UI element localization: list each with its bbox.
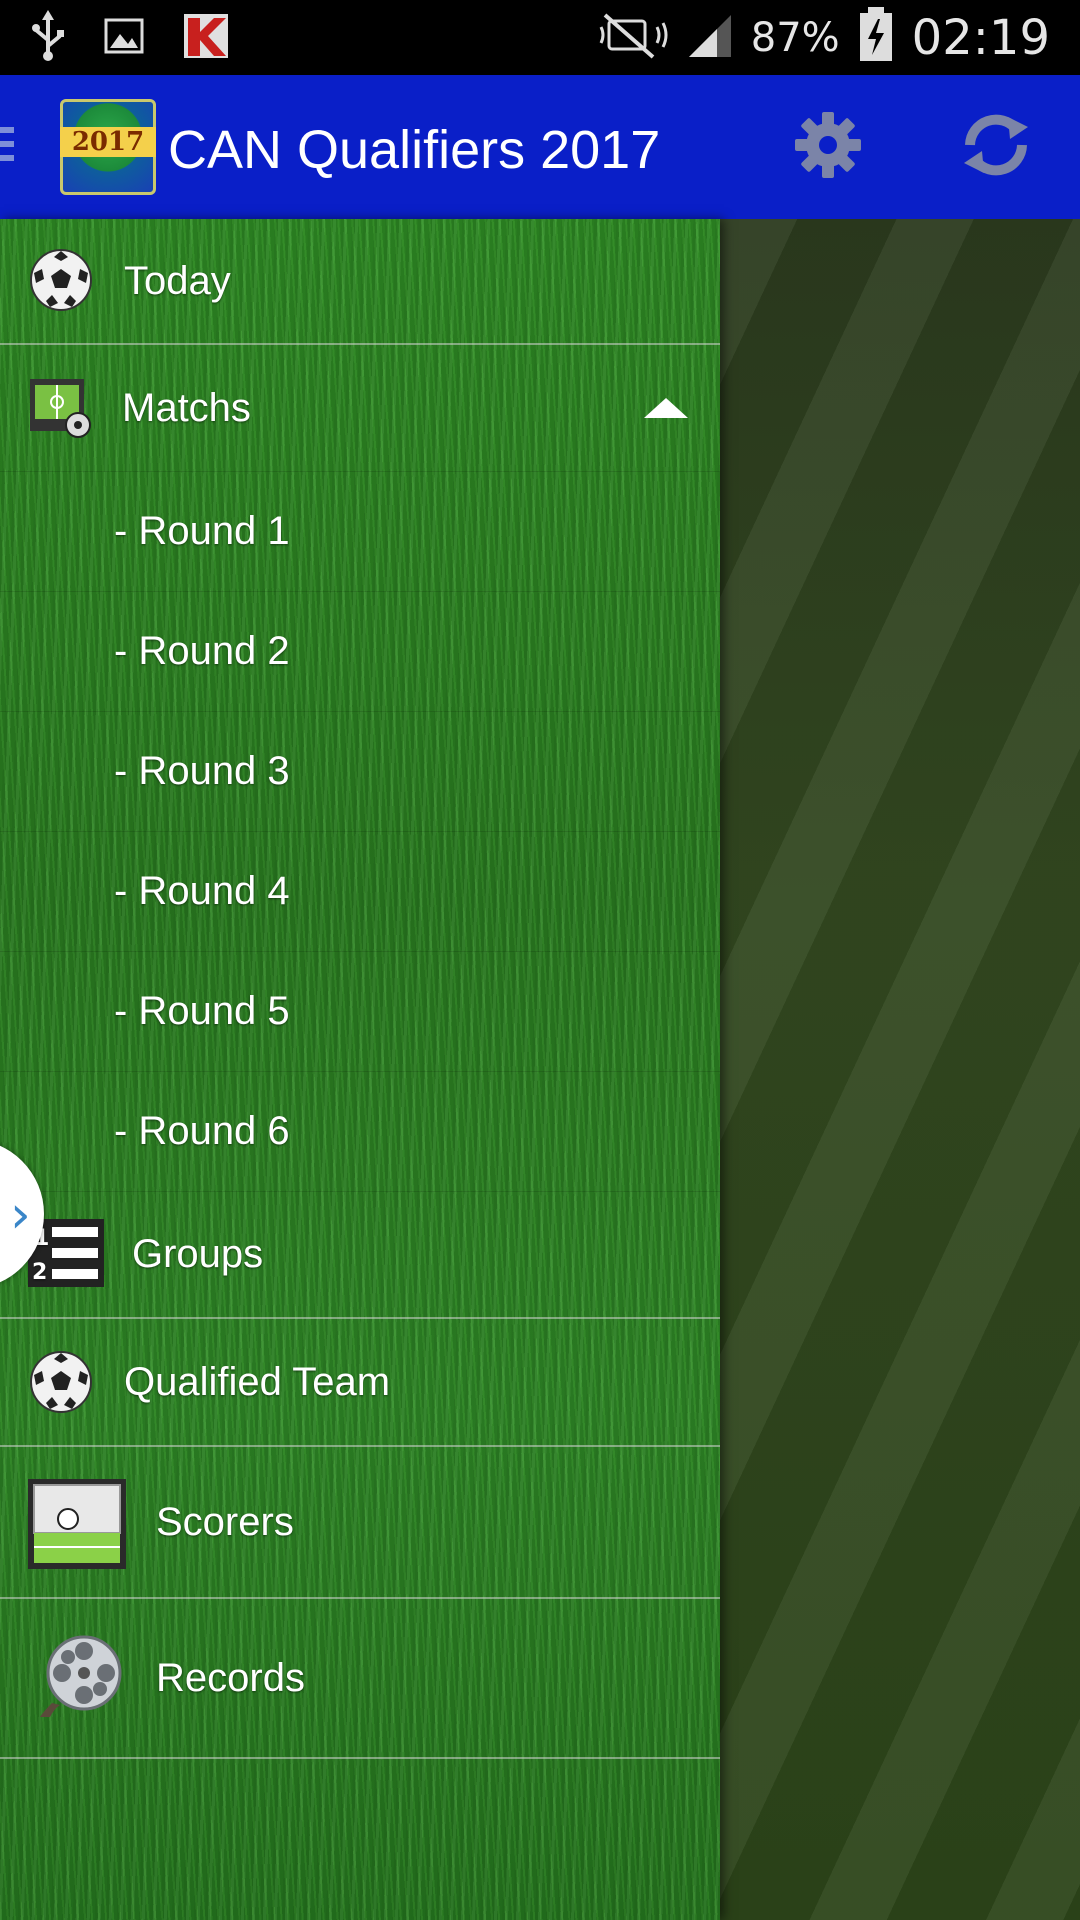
drawer-item-label: Groups [132,1231,264,1276]
drawer-item-label: Records [156,1655,305,1700]
refresh-icon [958,107,1034,188]
drawer-subitem-round-2[interactable]: - Round 2 [0,591,720,712]
settings-button[interactable] [786,105,870,189]
goal-icon [28,1479,126,1569]
drawer-item-label: Qualified Team [124,1359,391,1404]
drawer-item-label: - Round 3 [114,748,290,793]
drawer-item-scorers[interactable]: Scorers [0,1447,720,1599]
battery-charging-icon [858,7,894,68]
drawer-item-groups[interactable]: 1 2 Groups [0,1191,720,1319]
drawer-item-label: Today [124,258,231,303]
refresh-button[interactable] [954,105,1038,189]
drawer-item-label: Scorers [156,1499,294,1544]
menu-icon[interactable] [0,127,14,167]
app-title: CAN Qualifiers 2017 [168,120,661,180]
app-logo[interactable]: 2017 [60,99,156,195]
signal-icon [687,11,733,64]
soccer-ball-icon [28,247,94,313]
drawer-subitem-round-5[interactable]: - Round 5 [0,951,720,1072]
soccer-ball-icon [28,1349,94,1415]
collapse-arrow-icon[interactable] [644,398,688,418]
kaspersky-icon [182,12,230,65]
battery-percent: 87% [750,14,840,61]
chevron-right-icon: › [10,1185,31,1245]
screen: 87% 02:19 2017 CAN Qualifiers 2017 Today… [0,0,1080,1920]
drawer-subitem-round-1[interactable]: - Round 1 [0,471,720,592]
drawer-item-label: - Round 6 [114,1108,290,1153]
drawer-item-today[interactable]: Today [0,219,720,345]
drawer-item-label: - Round 4 [114,868,290,913]
clock: 02:19 [911,9,1050,66]
settings-icon [793,110,863,185]
navigation-drawer: Today Matchs - Round 1 - Round 2 - Round… [0,219,720,1920]
drawer-subitem-round-4[interactable]: - Round 4 [0,831,720,952]
app-logo-label: 2017 [60,127,156,157]
image-icon [104,18,144,59]
svg-text:2: 2 [32,1260,47,1285]
drawer-item-label: - Round 2 [114,628,290,673]
drawer-item-label: - Round 1 [114,508,290,553]
drawer-item-label: - Round 5 [114,988,290,1033]
status-bar: 87% 02:19 [0,0,1080,75]
drawer-subitem-round-6[interactable]: - Round 6 [0,1071,720,1192]
action-bar: 2017 CAN Qualifiers 2017 [0,75,1080,219]
drawer-item-qualified-team[interactable]: Qualified Team [0,1319,720,1447]
pitch-board-icon [28,375,92,439]
usb-icon [30,10,66,67]
drawer-subitem-round-3[interactable]: - Round 3 [0,711,720,832]
notification-icons [30,10,230,67]
drawer-item-label: Matchs [122,385,251,430]
system-indicators: 87% 02:19 [599,0,1050,75]
drawer-item-matchs[interactable]: Matchs [0,345,720,472]
main-content-background [720,219,1080,1920]
mute-icon [599,11,669,64]
film-reel-icon [38,1633,124,1719]
drawer-item-records[interactable]: Records [0,1599,720,1759]
